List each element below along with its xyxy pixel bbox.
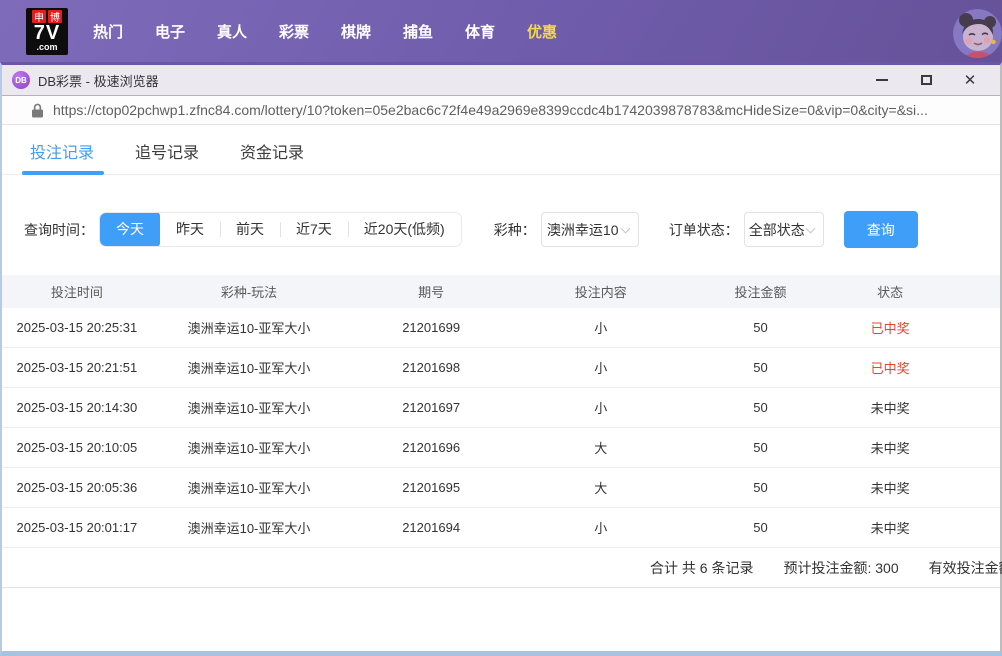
table-row: 2025-03-15 20:01:17 澳洲幸运10-亚军大小 21201694…: [2, 508, 1000, 548]
minimize-icon: [876, 79, 888, 81]
nav-item[interactable]: 棋牌: [340, 21, 372, 42]
table-row: 2025-03-15 20:21:51 澳洲幸运10-亚军大小 21201698…: [2, 348, 1000, 388]
logo-main-text: 7V: [34, 23, 60, 43]
page-content: 投注记录 追号记录 资金记录 查询时间： 今天昨天前天近7天近20天(低频) 彩种：…: [2, 125, 1000, 588]
col-header-amount: 投注金额: [686, 282, 836, 301]
status-badge: 未中奖: [835, 478, 945, 497]
status-badge: 已中奖: [835, 318, 945, 337]
bet-records-table: 投注时间 彩种-玩法 期号 投注内容 投注金额 状态 2025-03-15 20…: [2, 275, 1000, 588]
nav-item[interactable]: 优惠: [526, 21, 558, 42]
time-filter-group: 今天昨天前天近7天近20天(低频): [99, 212, 462, 247]
table-header-row: 投注时间 彩种-玩法 期号 投注内容 投注金额 状态: [2, 275, 1000, 308]
avatar-illustration: [953, 9, 1002, 58]
order-status-label: 订单状态：: [669, 220, 739, 240]
window-titlebar[interactable]: DB DB彩票 - 极速浏览器 ✕: [2, 65, 1000, 95]
table-row: 2025-03-15 20:10:05 澳洲幸运10-亚军大小 21201696…: [2, 428, 1000, 468]
close-button[interactable]: ✕: [948, 66, 992, 94]
nav-item[interactable]: 彩票: [278, 21, 310, 42]
url-text[interactable]: https://ctop02pchwp1.zfnc84.com/lottery/…: [53, 102, 928, 118]
time-filter-option[interactable]: 前天: [220, 212, 280, 247]
status-badge: 已中奖: [835, 358, 945, 377]
col-header-time: 投注时间: [2, 282, 152, 301]
window-controls: ✕: [860, 66, 992, 94]
time-filter-option[interactable]: 昨天: [160, 212, 220, 247]
nav-item[interactable]: 真人: [216, 21, 248, 42]
chevron-down-icon: [620, 224, 630, 234]
order-status-select[interactable]: 全部状态: [744, 212, 824, 247]
site-nav-menu: 热门 电子 真人 彩票 棋牌 捕鱼 体育 优惠: [92, 21, 558, 42]
table-row: 2025-03-15 20:14:30 澳洲幸运10-亚军大小 21201697…: [2, 388, 1000, 428]
site-logo[interactable]: 申 博 7V .com: [26, 8, 68, 55]
summary-expected-amount: 预计投注金额: 300: [783, 558, 898, 578]
summary-valid-amount: 有效投注金额: 300: [929, 558, 1002, 578]
tab[interactable]: 投注记录: [30, 139, 94, 174]
url-bar[interactable]: https://ctop02pchwp1.zfnc84.com/lottery/…: [2, 95, 1000, 125]
window-title: DB彩票 - 极速浏览器: [38, 71, 159, 90]
maximize-icon: [921, 75, 932, 85]
browser-window: DB DB彩票 - 极速浏览器 ✕ https://ctop02pchwp1.z…: [0, 62, 1002, 656]
lock-icon[interactable]: [32, 103, 43, 118]
user-avatar[interactable]: [953, 9, 1002, 58]
nav-item[interactable]: 热门: [92, 21, 124, 42]
table-summary: 合计 共 6 条记录 预计投注金额: 300 有效投注金额: 300: [2, 548, 1000, 588]
close-icon: ✕: [964, 73, 977, 88]
lottery-select-value: 澳洲幸运10: [547, 220, 619, 240]
time-filter-option[interactable]: 近7天: [280, 212, 348, 247]
nav-item[interactable]: 体育: [464, 21, 496, 42]
logo-badges: 申 博: [32, 10, 62, 23]
logo-badge-shen: 申: [32, 10, 46, 23]
table-row: 2025-03-15 20:05:36 澳洲幸运10-亚军大小 21201695…: [2, 468, 1000, 508]
chevron-down-icon: [805, 224, 815, 234]
nav-item[interactable]: 捕鱼: [402, 21, 434, 42]
tab[interactable]: 追号记录: [135, 139, 199, 174]
lottery-filter-label: 彩种：: [494, 220, 536, 240]
filter-bar: 查询时间： 今天昨天前天近7天近20天(低频) 彩种： 澳洲幸运10 订单状态：…: [2, 211, 1000, 248]
status-badge: 未中奖: [835, 398, 945, 417]
status-badge: 未中奖: [835, 518, 945, 537]
record-tabs: 投注记录 追号记录 资金记录: [2, 125, 1000, 175]
minimize-button[interactable]: [860, 66, 904, 94]
maximize-button[interactable]: [904, 66, 948, 94]
window-app-icon: DB: [12, 71, 30, 89]
col-header-issue: 期号: [346, 282, 516, 301]
col-header-game: 彩种-玩法: [152, 282, 347, 301]
time-filter-option[interactable]: 近20天(低频): [348, 212, 461, 247]
search-button[interactable]: 查询: [844, 211, 918, 248]
col-header-content: 投注内容: [516, 282, 686, 301]
logo-suffix-text: .com: [36, 43, 57, 52]
status-badge: 未中奖: [835, 438, 945, 457]
order-status-value: 全部状态: [749, 220, 805, 240]
time-filter-label: 查询时间：: [24, 220, 94, 240]
time-filter-option[interactable]: 今天: [100, 212, 160, 247]
site-nav: 申 博 7V .com 热门 电子 真人 彩票 棋牌 捕鱼 体育 优惠: [0, 0, 1002, 62]
table-row: 2025-03-15 20:25:31 澳洲幸运10-亚军大小 21201699…: [2, 308, 1000, 348]
tab[interactable]: 资金记录: [240, 139, 304, 174]
col-header-status: 状态: [835, 282, 945, 301]
lottery-select[interactable]: 澳洲幸运10: [541, 212, 639, 247]
summary-total-records: 合计 共 6 条记录: [650, 558, 753, 578]
logo-badge-bo: 博: [48, 10, 62, 23]
nav-item[interactable]: 电子: [154, 21, 186, 42]
